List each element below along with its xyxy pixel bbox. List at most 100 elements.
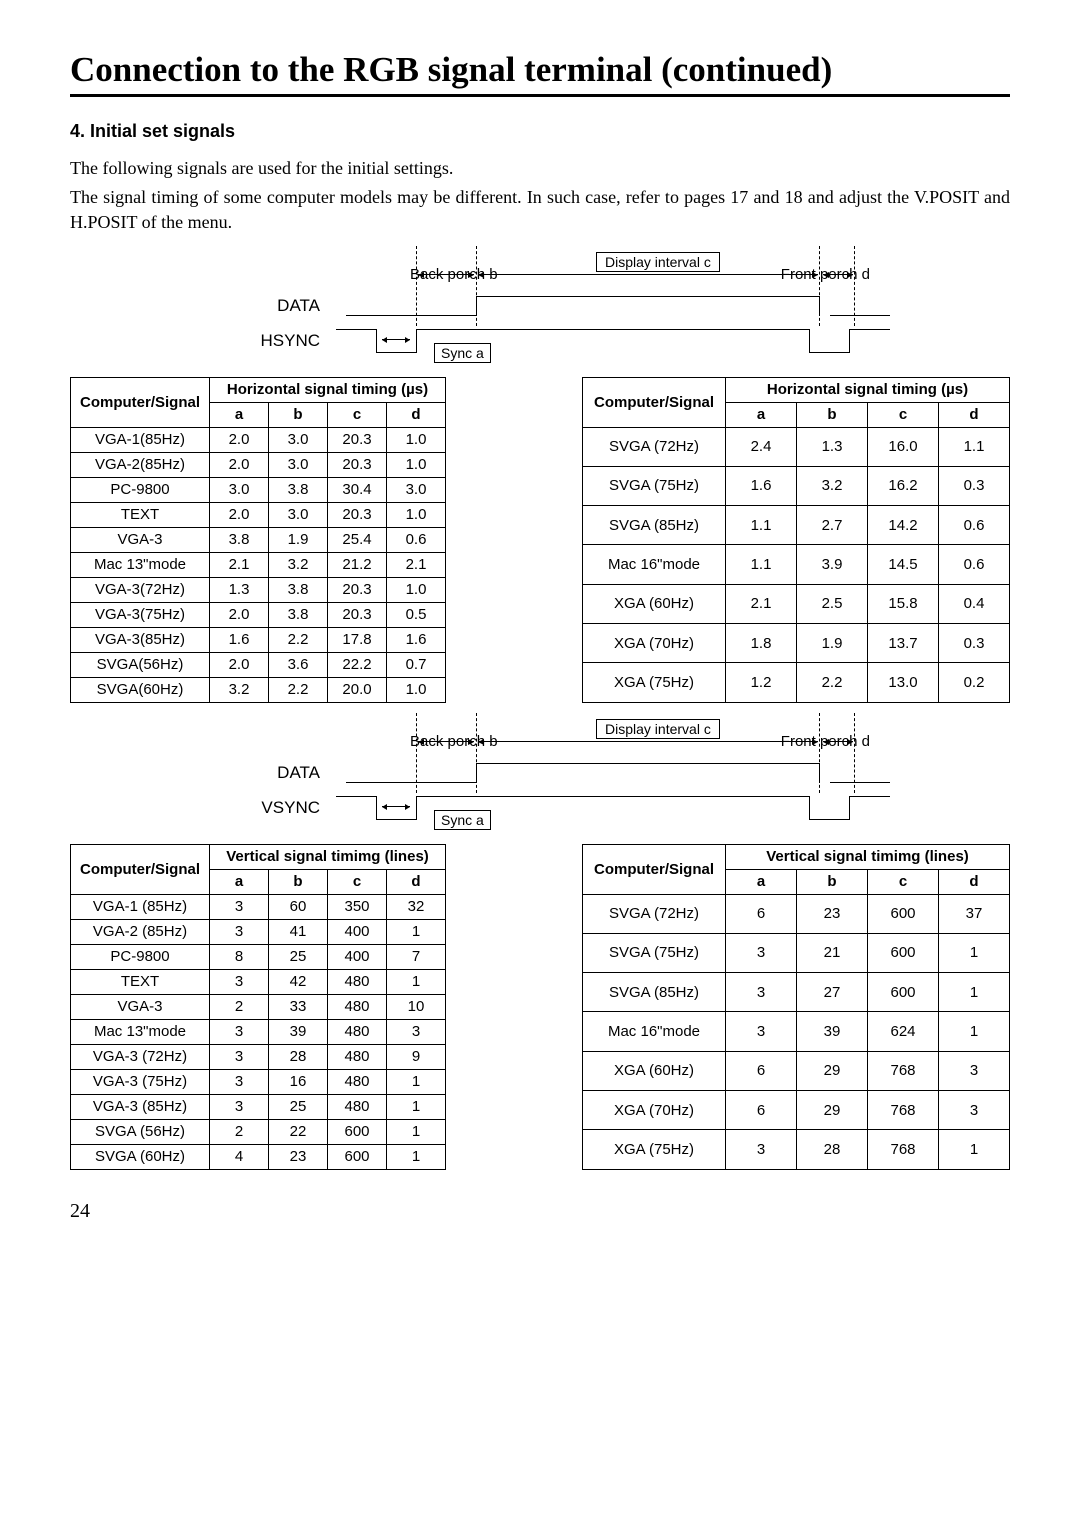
table-cell: 1: [387, 919, 446, 944]
table-cell: 6: [726, 894, 797, 933]
table-cell: 0.6: [939, 506, 1010, 545]
table-cell: SVGA (56Hz): [71, 1119, 210, 1144]
intro-paragraph-1: The following signals are used for the i…: [70, 156, 1010, 181]
table-row: VGA-3(72Hz)1.33.820.31.0: [71, 577, 446, 602]
table-cell: 1.9: [797, 623, 868, 662]
table-cell: 3: [726, 1130, 797, 1169]
col-a: a: [210, 402, 269, 427]
table-cell: 3.2: [210, 677, 269, 702]
table-cell: 480: [328, 969, 387, 994]
table-cell: TEXT: [71, 502, 210, 527]
col-b: b: [269, 869, 328, 894]
section-heading: 4. Initial set signals: [70, 121, 1010, 142]
table-cell: 3.0: [210, 477, 269, 502]
table-cell: VGA-3: [71, 527, 210, 552]
table-cell: 480: [328, 1069, 387, 1094]
table-cell: 14.5: [868, 545, 939, 584]
vsync-row-label: VSYNC: [190, 798, 336, 818]
table-cell: 42: [269, 969, 328, 994]
table-cell: 3: [210, 1019, 269, 1044]
table-cell: PC-9800: [71, 944, 210, 969]
page-number: 24: [70, 1200, 1010, 1223]
table-cell: Mac 16"mode: [583, 1012, 726, 1051]
hsync-timing-diagram: Back porch b Front porch d DATA Display …: [190, 266, 890, 357]
data-waveform: [336, 296, 890, 316]
table-cell: 3.2: [797, 466, 868, 505]
table-cell: 480: [328, 1019, 387, 1044]
table-cell: 400: [328, 919, 387, 944]
table-cell: 2.0: [210, 427, 269, 452]
col-b: b: [797, 869, 868, 894]
table-row: XGA (70Hz)1.81.913.70.3: [583, 623, 1010, 662]
page-title: Connection to the RGB signal terminal (c…: [70, 50, 1010, 97]
table-cell: Mac 13"mode: [71, 1019, 210, 1044]
table-cell: 1.0: [387, 577, 446, 602]
table-cell: TEXT: [71, 969, 210, 994]
table-row: SVGA (72Hz)2.41.316.01.1: [583, 427, 1010, 466]
sync-a-label: Sync a: [434, 343, 491, 363]
table-cell: 3.9: [797, 545, 868, 584]
table-row: VGA-2(85Hz)2.03.020.31.0: [71, 452, 446, 477]
col-a: a: [726, 402, 797, 427]
table-cell: 600: [868, 973, 939, 1012]
horiz-header: Horizontal signal timing (µs): [726, 377, 1010, 402]
table-row: VGA-3(85Hz)1.62.217.81.6: [71, 627, 446, 652]
table-cell: 2.0: [210, 652, 269, 677]
table-row: SVGA (60Hz)4236001: [71, 1144, 446, 1169]
table-cell: SVGA (72Hz): [583, 894, 726, 933]
table-cell: 2: [210, 994, 269, 1019]
table-cell: VGA-2 (85Hz): [71, 919, 210, 944]
table-cell: 3.2: [269, 552, 328, 577]
table-cell: 600: [328, 1119, 387, 1144]
table-cell: 0.3: [939, 623, 1010, 662]
col-d: d: [939, 869, 1010, 894]
table-cell: 39: [797, 1012, 868, 1051]
table-cell: 3.0: [269, 502, 328, 527]
table-cell: 1: [939, 1130, 1010, 1169]
table-cell: VGA-1 (85Hz): [71, 894, 210, 919]
table-cell: VGA-3 (72Hz): [71, 1044, 210, 1069]
table-cell: 22.2: [328, 652, 387, 677]
table-cell: 3: [210, 969, 269, 994]
table-cell: 0.4: [939, 584, 1010, 623]
table-row: XGA (75Hz)1.22.213.00.2: [583, 663, 1010, 702]
table-cell: 1: [387, 1144, 446, 1169]
table-cell: 768: [868, 1130, 939, 1169]
table-row: VGA-323348010: [71, 994, 446, 1019]
col-c: c: [328, 402, 387, 427]
horizontal-timing-table-right: Computer/Signal Horizontal signal timing…: [582, 377, 1010, 703]
table-cell: VGA-3 (75Hz): [71, 1069, 210, 1094]
table-cell: 1.3: [797, 427, 868, 466]
table-cell: 6: [726, 1090, 797, 1129]
hsync-row-label: HSYNC: [190, 331, 336, 351]
table-cell: 600: [328, 1144, 387, 1169]
vertical-timing-table-right: Computer/Signal Vertical signal timimg (…: [582, 844, 1010, 1170]
table-cell: SVGA(56Hz): [71, 652, 210, 677]
table-cell: 768: [868, 1051, 939, 1090]
table-cell: Mac 16"mode: [583, 545, 726, 584]
table-cell: 480: [328, 1094, 387, 1119]
table-cell: 624: [868, 1012, 939, 1051]
table-cell: 400: [328, 944, 387, 969]
table-row: XGA (75Hz)3287681: [583, 1130, 1010, 1169]
sync-a-arrow: [382, 339, 410, 340]
table-row: SVGA (75Hz)1.63.216.20.3: [583, 466, 1010, 505]
table-cell: 20.0: [328, 677, 387, 702]
hsync-waveform: [336, 329, 890, 353]
table-cell: 1.6: [726, 466, 797, 505]
table-cell: 1.0: [387, 427, 446, 452]
table-cell: 1.0: [387, 677, 446, 702]
table-cell: 39: [269, 1019, 328, 1044]
table-cell: 1.6: [210, 627, 269, 652]
table-cell: 7: [387, 944, 446, 969]
table-cell: 2.2: [269, 627, 328, 652]
table-cell: 29: [797, 1090, 868, 1129]
table-cell: 1: [939, 973, 1010, 1012]
table-cell: 3: [726, 973, 797, 1012]
table-cell: 1: [387, 1094, 446, 1119]
table-cell: 30.4: [328, 477, 387, 502]
table-cell: 2.0: [210, 502, 269, 527]
table-row: PC-98003.03.830.43.0: [71, 477, 446, 502]
table-cell: 15.8: [868, 584, 939, 623]
table-row: Mac 16"mode1.13.914.50.6: [583, 545, 1010, 584]
